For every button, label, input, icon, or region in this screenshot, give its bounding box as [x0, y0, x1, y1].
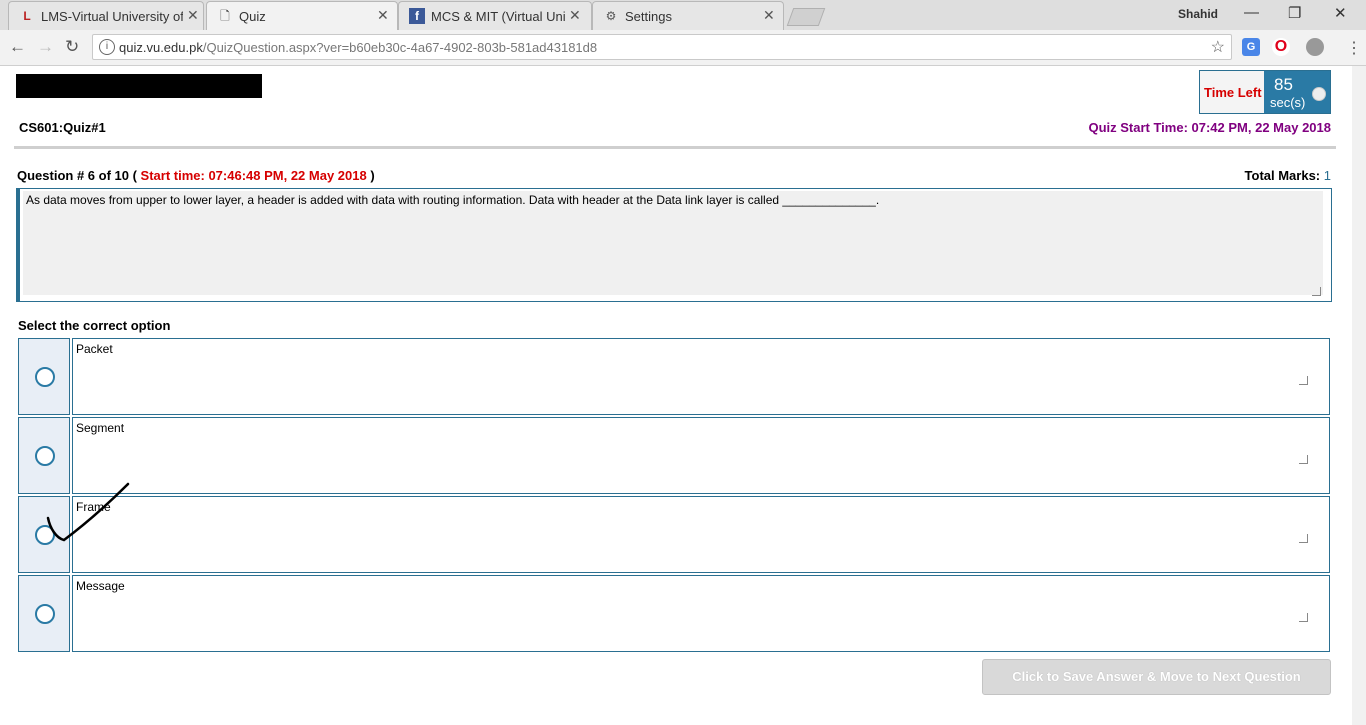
- bookmark-star-icon[interactable]: ☆: [1211, 37, 1225, 57]
- checkmark-icon: [46, 482, 130, 542]
- question-text: As data moves from upper to lower layer,…: [23, 191, 1323, 295]
- profile-name[interactable]: Shahid: [1178, 7, 1218, 21]
- total-marks-label: Total Marks:: [1244, 168, 1321, 183]
- question-start-time: Start time: 07:46:48 PM, 22 May 2018: [140, 168, 367, 183]
- radio-circle-icon[interactable]: [35, 367, 55, 387]
- tab-label: Settings: [625, 9, 672, 24]
- select-label: Select the correct option: [18, 318, 171, 333]
- address-bar[interactable]: i quiz.vu.edu.pk/QuizQuestion.aspx?ver=b…: [92, 34, 1232, 60]
- time-left-widget: Time Left 85 sec(s): [1199, 70, 1331, 114]
- quiz-start-time: Quiz Start Time: 07:42 PM, 22 May 2018: [1088, 120, 1331, 135]
- total-marks-value: 1: [1323, 168, 1331, 183]
- tab-quiz[interactable]: 🗋 Quiz ✕: [206, 1, 398, 30]
- close-icon[interactable]: ✕: [569, 7, 581, 24]
- save-next-button[interactable]: Click to Save Answer & Move to Next Ques…: [982, 659, 1331, 695]
- lms-icon: L: [23, 9, 31, 23]
- reload-icon[interactable]: ↻: [65, 37, 79, 57]
- close-window-icon[interactable]: ✕: [1334, 4, 1347, 22]
- question-number-close: ): [370, 168, 375, 183]
- browser-toolbar: ← → ↻ i quiz.vu.edu.pk/QuizQuestion.aspx…: [0, 30, 1366, 66]
- tab-facebook[interactable]: f MCS & MIT (Virtual Unive ✕: [398, 1, 592, 30]
- opera-icon[interactable]: O: [1272, 38, 1290, 56]
- question-header: Question # 6 of 10 ( Start time: 07:46:4…: [17, 168, 375, 183]
- timer-value: 85: [1274, 75, 1293, 94]
- course-title: CS601:Quiz#1: [19, 120, 106, 135]
- redacted-banner: [16, 74, 262, 98]
- divider: [14, 146, 1336, 149]
- forward-icon[interactable]: →: [37, 37, 54, 57]
- timer-unit: sec(s): [1270, 95, 1306, 110]
- tab-settings[interactable]: ⚙ Settings ✕: [592, 1, 784, 30]
- resize-handle-icon[interactable]: [1299, 613, 1308, 622]
- back-icon[interactable]: ←: [9, 37, 26, 57]
- option-label: Packet: [76, 342, 113, 356]
- facebook-icon: f: [409, 8, 425, 24]
- tab-strip: L LMS-Virtual University of ✕ 🗋 Quiz ✕ f…: [0, 0, 1366, 30]
- question-box: As data moves from upper to lower layer,…: [16, 188, 1332, 302]
- page-icon: 🗋: [220, 9, 230, 23]
- radio-circle-icon[interactable]: [35, 604, 55, 624]
- radio-circle-icon[interactable]: [35, 446, 55, 466]
- option-text-packet: Packet: [72, 338, 1330, 415]
- info-icon[interactable]: i: [99, 39, 115, 55]
- url-text[interactable]: quiz.vu.edu.pk/QuizQuestion.aspx?ver=b60…: [119, 40, 597, 55]
- clock-icon: [1312, 87, 1326, 101]
- url-domain: quiz.vu.edu.pk: [119, 40, 203, 55]
- resize-handle-icon[interactable]: [1312, 287, 1321, 296]
- resize-handle-icon[interactable]: [1299, 534, 1308, 543]
- tab-label: MCS & MIT (Virtual Unive: [431, 9, 565, 24]
- resize-handle-icon[interactable]: [1299, 376, 1308, 385]
- option-text-frame: Frame: [72, 496, 1330, 573]
- extension-icon[interactable]: [1306, 38, 1324, 56]
- url-path: /QuizQuestion.aspx?ver=b60eb30c-4a67-490…: [202, 40, 598, 55]
- option-radio-packet[interactable]: [18, 338, 70, 415]
- quiz-page: Time Left 85 sec(s) CS601:Quiz#1 Quiz St…: [0, 66, 1366, 725]
- option-text-segment: Segment: [72, 417, 1330, 494]
- question-number: Question # 6 of 10 (: [17, 168, 137, 183]
- close-icon[interactable]: ✕: [187, 7, 199, 24]
- tab-lms[interactable]: L LMS-Virtual University of ✕: [8, 1, 204, 30]
- tab-label: Quiz: [239, 9, 266, 24]
- timer-box: 85 sec(s): [1264, 71, 1330, 113]
- scrollbar[interactable]: [1352, 66, 1366, 725]
- option-label: Message: [76, 579, 125, 593]
- resize-handle-icon[interactable]: [1299, 455, 1308, 464]
- new-tab-button[interactable]: [786, 8, 826, 26]
- tab-label: LMS-Virtual University of: [41, 9, 183, 24]
- menu-icon[interactable]: ⋮: [1346, 38, 1362, 58]
- option-radio-message[interactable]: [18, 575, 70, 652]
- close-icon[interactable]: ✕: [763, 7, 775, 24]
- close-icon[interactable]: ✕: [377, 7, 389, 24]
- minimize-icon[interactable]: —: [1244, 4, 1259, 21]
- option-label: Segment: [76, 421, 125, 435]
- total-marks: Total Marks: 1: [1245, 168, 1331, 183]
- restore-icon[interactable]: ❐: [1288, 4, 1301, 22]
- gear-icon: ⚙: [605, 9, 617, 23]
- option-text-message: Message: [72, 575, 1330, 652]
- time-left-label: Time Left: [1204, 85, 1262, 100]
- translate-icon[interactable]: G: [1242, 38, 1260, 56]
